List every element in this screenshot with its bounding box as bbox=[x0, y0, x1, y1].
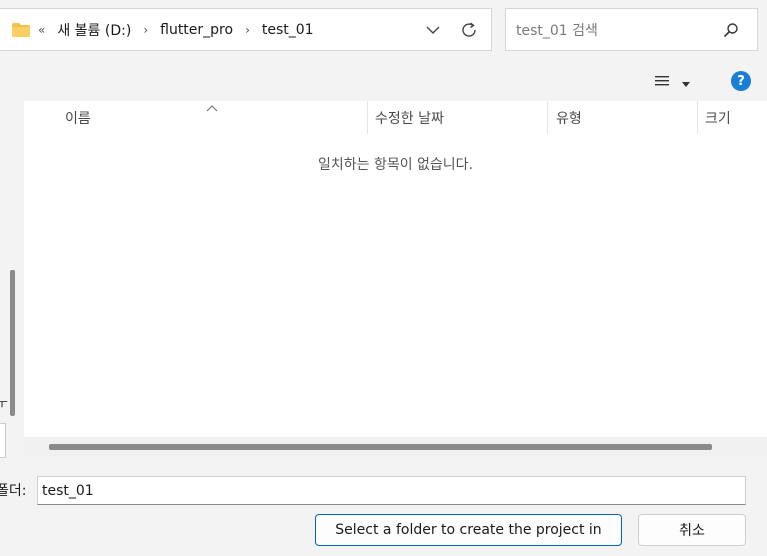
address-bar[interactable]: « 새 볼륨 (D:) › flutter_pro › test_01 bbox=[0, 8, 492, 51]
search-input[interactable]: test_01 검색 bbox=[516, 20, 719, 40]
folder-icon bbox=[12, 22, 30, 37]
folder-name-input[interactable] bbox=[37, 476, 746, 505]
column-divider[interactable] bbox=[367, 101, 368, 134]
breadcrumb-flutter-pro[interactable]: flutter_pro bbox=[160, 22, 233, 38]
sort-ascending-icon bbox=[206, 101, 218, 112]
breadcrumb-drive[interactable]: 새 볼륨 (D:) bbox=[57, 20, 131, 40]
column-divider[interactable] bbox=[547, 101, 548, 134]
cancel-button[interactable]: 취소 bbox=[638, 514, 746, 546]
nav-item-partial: ㅜ bbox=[0, 397, 8, 412]
navigation-pane[interactable]: ㅜ bbox=[0, 101, 24, 458]
folder-field-label: 폴더: bbox=[0, 483, 27, 499]
select-folder-button[interactable]: Select a folder to create the project in bbox=[315, 514, 622, 546]
horizontal-scrollbar-thumb[interactable] bbox=[49, 444, 712, 450]
search-box[interactable]: test_01 검색 bbox=[505, 8, 758, 51]
column-header-name[interactable]: 이름 bbox=[65, 101, 91, 134]
empty-folder-message: 일치하는 항목이 없습니다. bbox=[317, 157, 474, 173]
file-list[interactable]: 이름 수정한 날짜 유형 크기 일치하는 항목이 없습니다. bbox=[24, 101, 767, 437]
breadcrumb-separator[interactable]: › bbox=[245, 23, 250, 37]
dropdown-caret-icon bbox=[682, 75, 690, 91]
view-options-button[interactable] bbox=[654, 73, 698, 93]
list-view-icon bbox=[654, 75, 670, 91]
nav-item-partial-box bbox=[0, 423, 6, 458]
breadcrumb-separator[interactable]: › bbox=[143, 23, 148, 37]
column-header-size[interactable]: 크기 bbox=[705, 101, 731, 134]
column-header-date-modified[interactable]: 수정한 날짜 bbox=[375, 101, 444, 134]
column-header-type[interactable]: 유형 bbox=[556, 101, 582, 134]
recent-locations-icon[interactable]: « bbox=[38, 23, 45, 37]
refresh-icon[interactable] bbox=[455, 16, 483, 44]
nav-pane-scrollbar[interactable] bbox=[10, 270, 15, 416]
search-icon[interactable] bbox=[719, 18, 743, 42]
breadcrumb-test-01[interactable]: test_01 bbox=[262, 22, 314, 38]
chevron-down-icon[interactable] bbox=[419, 16, 447, 44]
column-divider[interactable] bbox=[697, 101, 698, 134]
horizontal-scrollbar[interactable] bbox=[24, 437, 767, 456]
command-bar: ? bbox=[0, 63, 767, 101]
help-icon[interactable]: ? bbox=[731, 71, 751, 91]
